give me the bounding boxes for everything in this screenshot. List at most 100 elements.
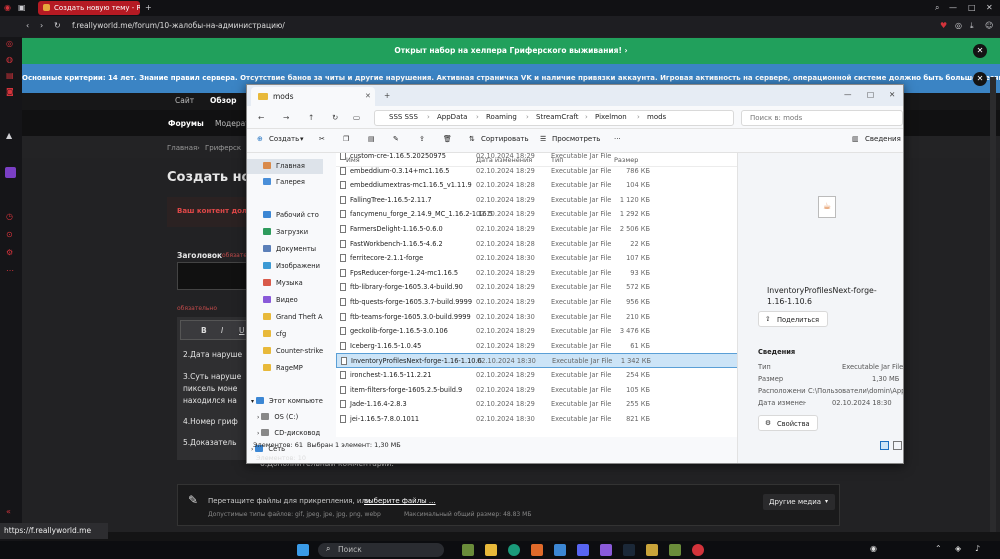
breadcrumb-home[interactable]: Главная [167,144,197,152]
file-row[interactable]: FastWorkbench-1.16.5-4.6.2 02.10.2024 18:… [336,237,740,252]
details-view-icon[interactable] [880,441,889,450]
explorer-tab[interactable]: mods ✕ [251,87,375,106]
nav-gallery[interactable]: Галерея [247,175,323,190]
minimize-icon[interactable]: — [844,89,852,101]
green-banner[interactable]: Открыт набор на хелпера Гриферского выжи… [22,38,1000,64]
more-button[interactable]: ··· [614,135,621,143]
attach-area[interactable]: ✎ Перетащите файлы для прикрепления, или… [177,484,840,526]
nav-home[interactable]: Главная [247,159,323,174]
maximize-icon[interactable]: □ [968,3,976,13]
blue-banner-close-icon[interactable]: ✕ [973,72,987,86]
nav-music[interactable]: Музыка [247,276,323,291]
nav-overview[interactable]: Обзор [210,96,237,105]
start-icon[interactable] [297,544,309,556]
messenger-icon[interactable]: ◍ [6,55,13,65]
close-tab-icon[interactable]: ✕ [365,87,371,106]
tray-icon[interactable]: ◈ [955,544,961,553]
refresh-icon[interactable]: ↻ [332,112,338,124]
nav-ragemp[interactable]: RageMP [247,361,323,376]
new-tab-icon[interactable]: + [384,90,390,102]
cut-icon[interactable]: ✂ [319,135,325,143]
nav-cfg[interactable]: cfg [247,327,323,342]
close-window-icon[interactable]: ✕ [986,3,993,13]
download-icon[interactable]: ⤓ [970,21,974,31]
details-button[interactable]: Сведения [865,135,901,143]
crumb[interactable]: Roaming [486,113,517,121]
nav-downloads[interactable]: Загрузки [247,225,323,240]
file-row[interactable]: FarmersDelight-1.16.5-0.6.0 02.10.2024 18… [336,222,740,237]
file-row[interactable]: geckolib-forge-1.16.5-3.0.106 02.10.2024 … [336,324,740,339]
crumb[interactable]: Pixelmon [595,113,627,121]
file-row[interactable]: embeddium-0.3.14+mc1.16.5 02.10.2024 18:2… [336,164,740,179]
italic-button[interactable]: I [221,326,223,335]
crumb[interactable]: mods [647,113,666,121]
url-field[interactable]: f.reallyworld.me/forum/10-жалобы-на-адми… [72,21,285,30]
green-banner-close-icon[interactable]: ✕ [973,44,987,58]
app-icon[interactable] [669,544,681,556]
underline-button[interactable]: U [239,326,245,335]
page-scrollbar[interactable] [990,77,996,532]
tab-overview-icon[interactable]: ▣ [18,3,26,13]
steam-icon[interactable] [623,544,635,556]
crumb[interactable]: StreamCraft [536,113,578,121]
history-icon[interactable]: ◷ [6,212,13,222]
browser-tab[interactable]: Создать новую тему - Re [38,1,140,15]
other-media-button[interactable]: Другие медиа ▾ [763,494,835,510]
nav-pictures[interactable]: Изображени [247,259,323,274]
discord-icon[interactable] [577,544,589,556]
reload-icon[interactable]: ↻ [54,21,61,31]
tray-icon[interactable]: ◉ [870,544,877,553]
delete-icon[interactable]: 🗑 [443,135,452,143]
forward-icon[interactable]: → [283,112,289,124]
heart-icon[interactable]: ♥ [940,21,947,31]
paste-icon[interactable]: ▤ [368,135,375,143]
file-row[interactable]: InventoryProfilesNext-forge-1.16-1.10.6 0… [336,353,740,368]
snapshot-icon[interactable]: ◎ [955,21,962,31]
more-icon[interactable]: ⋯ [6,266,14,276]
back-icon[interactable]: ‹ [26,21,29,31]
tray-icon[interactable]: ♪ [975,544,980,553]
breadcrumb-griefer[interactable]: Гриферск [205,144,241,152]
file-row[interactable]: ftb-library-forge-1605.3.4-build.90 02.10… [336,280,740,295]
maximize-icon[interactable]: □ [867,89,874,101]
search-input[interactable]: Поиск в: mods [741,110,903,126]
file-row[interactable]: Iceberg-1.16.5-1.0.45 02.10.2024 18:29 Exe… [336,339,740,354]
app-icon[interactable] [554,544,566,556]
pinboard-icon[interactable]: ⊙ [6,230,13,240]
file-row[interactable]: ferritecore-2.1.1-forge 02.10.2024 18:30 E… [336,251,740,266]
view-button[interactable]: Просмотреть [552,135,600,143]
whatsapp-icon[interactable]: ◙ [6,87,14,97]
share-icon[interactable]: ⇪ [419,135,425,143]
file-row[interactable]: FallingTree-1.16.5-2.11.7 02.10.2024 18:2… [336,193,740,208]
sort-button[interactable]: Сортировать [481,135,529,143]
create-button[interactable]: Создать [269,135,299,143]
new-tab-icon[interactable]: + [145,3,152,13]
properties-button[interactable]: ⚙ Свойства [758,415,818,431]
twitch-icon[interactable] [5,167,16,178]
file-row[interactable]: ironchest-1.16.5-11.2.21 02.10.2024 18:29… [336,368,740,383]
file-row[interactable]: ftb-quests-forge-1605.3.7-build.9999 02.1… [336,295,740,310]
workspace-icon[interactable]: ▲ [6,131,12,141]
rename-icon[interactable]: ✎ [393,135,399,143]
nav-c-drive[interactable]: › OS (C:) [247,410,323,425]
tray-icon[interactable]: ⌃ [935,544,942,553]
app-icon[interactable] [600,544,612,556]
file-row[interactable]: item-filters-forge-1605.2.5-build.9 02.10… [336,383,740,398]
file-row[interactable]: embeddiumextras-mc1.16.5_v1.11.9 02.10.20… [336,178,740,193]
minecraft-icon[interactable] [462,544,474,556]
forward-icon[interactable]: › [40,21,43,31]
file-row[interactable]: FpsReducer-forge-1.24-mc1.16.5 02.10.2024… [336,266,740,281]
up-icon[interactable]: ↑ [308,112,314,124]
search-tabs-icon[interactable]: ⌕ [935,3,939,13]
collapse-icon[interactable]: « [6,507,11,517]
aria-icon[interactable]: ◎ [6,39,13,49]
bold-button[interactable]: B [201,326,207,335]
file-row[interactable]: Jade-1.16.4-2.8.3 02.10.2024 18:29 Executa… [336,397,740,412]
nav-this-pc[interactable]: ▾ Этот компьютер [247,394,323,409]
settings-icon[interactable]: ⚙ [6,248,13,258]
opera-menu-icon[interactable]: ◉ [4,3,11,13]
telegram-icon[interactable]: ▤ [6,71,14,81]
nav-forums[interactable]: Форумы [168,119,204,128]
nav-desktop[interactable]: Рабочий сто [247,208,323,223]
nav-cs2[interactable]: Counter-strike 2 [247,344,323,359]
